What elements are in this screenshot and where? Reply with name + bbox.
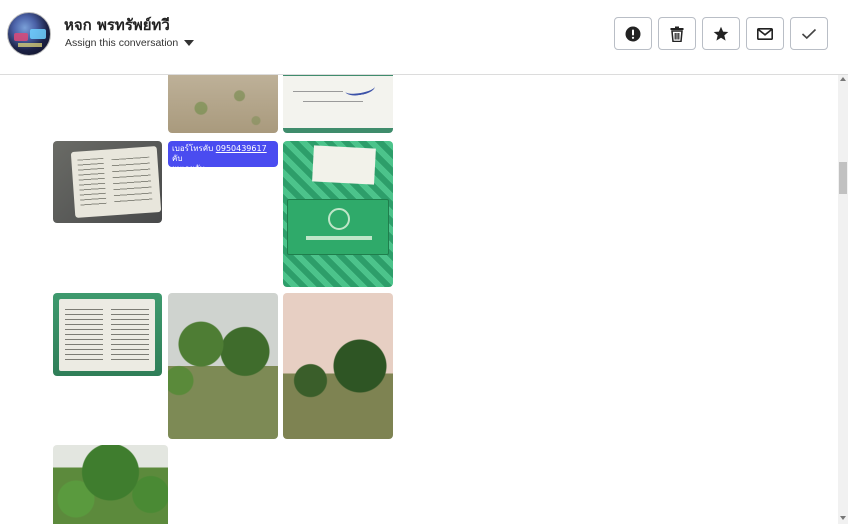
caret-down-icon xyxy=(184,40,195,46)
message-bubble: เบอร์โทรคับ 0950439617 คับ ผมเลยคับ xyxy=(168,141,278,173)
image-attachment[interactable] xyxy=(53,445,168,524)
assign-conversation-dropdown[interactable]: Assign this conversation xyxy=(65,37,195,49)
star-button[interactable] xyxy=(702,17,740,50)
image-attachment[interactable] xyxy=(283,293,393,439)
report-button[interactable] xyxy=(614,17,652,50)
image-attachment[interactable] xyxy=(53,141,162,223)
header-actions xyxy=(614,17,828,50)
scroll-up-icon[interactable] xyxy=(840,77,846,81)
check-icon xyxy=(801,28,817,39)
delete-button[interactable] xyxy=(658,17,696,50)
avatar[interactable] xyxy=(7,12,51,56)
conversation-header: หจก พรทรัพย์ทวี Assign this conversation xyxy=(0,0,848,75)
mail-button[interactable] xyxy=(746,17,784,50)
image-attachment[interactable] xyxy=(283,141,393,287)
image-attachment[interactable] xyxy=(53,293,162,376)
scroll-thumb[interactable] xyxy=(839,162,847,194)
message-text: คับ xyxy=(172,154,183,163)
message-text: เบอร์โทรคับ xyxy=(172,144,214,153)
envelope-icon xyxy=(757,27,773,40)
scrollbar[interactable] xyxy=(838,75,848,524)
assign-label: Assign this conversation xyxy=(65,37,179,49)
phone-link[interactable]: 0950439617 xyxy=(216,144,267,153)
trash-icon xyxy=(670,26,684,42)
image-attachment[interactable] xyxy=(283,75,393,133)
contact-name: หจก พรทรัพย์ทวี xyxy=(64,16,170,34)
exclamation-icon xyxy=(625,26,641,41)
image-attachment[interactable] xyxy=(168,293,278,439)
image-attachment[interactable] xyxy=(168,75,278,133)
star-icon xyxy=(713,26,729,41)
mark-done-button[interactable] xyxy=(790,17,828,50)
scroll-down-icon[interactable] xyxy=(840,516,846,520)
message-text: ผมเลยคับ xyxy=(172,164,205,173)
conversation-thread[interactable]: เบอร์โทรคับ 0950439617 คับ ผมเลยคับ xyxy=(0,75,848,524)
